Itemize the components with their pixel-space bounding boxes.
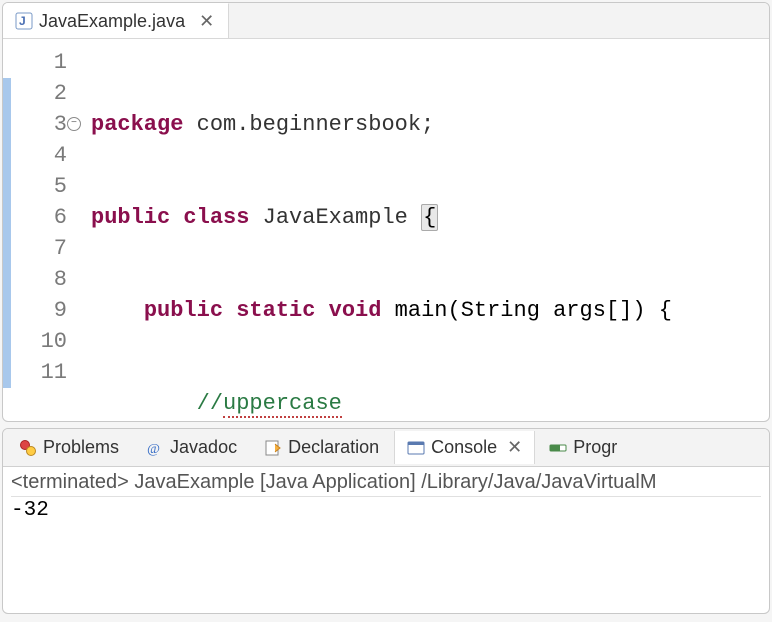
problems-icon bbox=[19, 439, 37, 457]
bottom-tabs: Problems @ Javadoc Declaration Console ✕ bbox=[3, 429, 769, 467]
line-number: 11 bbox=[11, 357, 67, 388]
tab-label: Console bbox=[431, 437, 497, 458]
svg-text:J: J bbox=[19, 14, 26, 28]
tab-label: Problems bbox=[43, 437, 119, 458]
editor-tab-javaexample[interactable]: J JavaExample.java ✕ bbox=[3, 3, 229, 38]
change-marker-bar bbox=[3, 47, 11, 422]
java-file-icon: J bbox=[15, 12, 33, 30]
tab-problems[interactable]: Problems bbox=[7, 431, 132, 464]
line-number: 5 bbox=[11, 171, 67, 202]
line-number: 1 bbox=[11, 47, 67, 78]
editor-tab-filename: JavaExample.java bbox=[39, 11, 185, 32]
line-number: 4 bbox=[11, 140, 67, 171]
console-output: -32 bbox=[11, 499, 761, 522]
line-number: 2 bbox=[11, 78, 67, 109]
code-area[interactable]: 1 2 3− 4 5 6 7 8 9 10 11 package com.beg… bbox=[3, 39, 769, 422]
line-number: 6 bbox=[11, 202, 67, 233]
bottom-panel: Problems @ Javadoc Declaration Console ✕ bbox=[2, 428, 770, 614]
svg-text:@: @ bbox=[147, 442, 160, 457]
line-number: 9 bbox=[11, 295, 67, 326]
javadoc-icon: @ bbox=[146, 439, 164, 457]
console-icon bbox=[407, 439, 425, 457]
tab-javadoc[interactable]: @ Javadoc bbox=[134, 431, 250, 464]
editor-panel: J JavaExample.java ✕ 1 2 3− 4 5 6 7 8 9 … bbox=[2, 2, 770, 422]
line-gutter: 1 2 3− 4 5 6 7 8 9 10 11 bbox=[11, 47, 73, 422]
close-icon[interactable]: ✕ bbox=[507, 437, 522, 458]
tab-label: Javadoc bbox=[170, 437, 237, 458]
tab-declaration[interactable]: Declaration bbox=[252, 431, 392, 464]
fold-minus-icon[interactable]: − bbox=[67, 117, 81, 131]
tab-label: Progr bbox=[573, 437, 617, 458]
tab-label: Declaration bbox=[288, 437, 379, 458]
close-icon[interactable]: ✕ bbox=[197, 11, 216, 32]
console-status: <terminated> JavaExample [Java Applicati… bbox=[11, 471, 761, 497]
editor-tabs: J JavaExample.java ✕ bbox=[3, 3, 769, 39]
console-body: <terminated> JavaExample [Java Applicati… bbox=[3, 467, 769, 526]
tab-progress[interactable]: Progr bbox=[537, 431, 630, 464]
line-number: 7 bbox=[11, 233, 67, 264]
line-number: 10 bbox=[11, 326, 67, 357]
code-content[interactable]: package com.beginnersbook; public class … bbox=[73, 47, 738, 422]
declaration-icon bbox=[264, 439, 282, 457]
tab-console[interactable]: Console ✕ bbox=[394, 431, 535, 464]
progress-icon bbox=[549, 439, 567, 457]
line-number: 3− bbox=[11, 109, 67, 140]
line-number: 8 bbox=[11, 264, 67, 295]
